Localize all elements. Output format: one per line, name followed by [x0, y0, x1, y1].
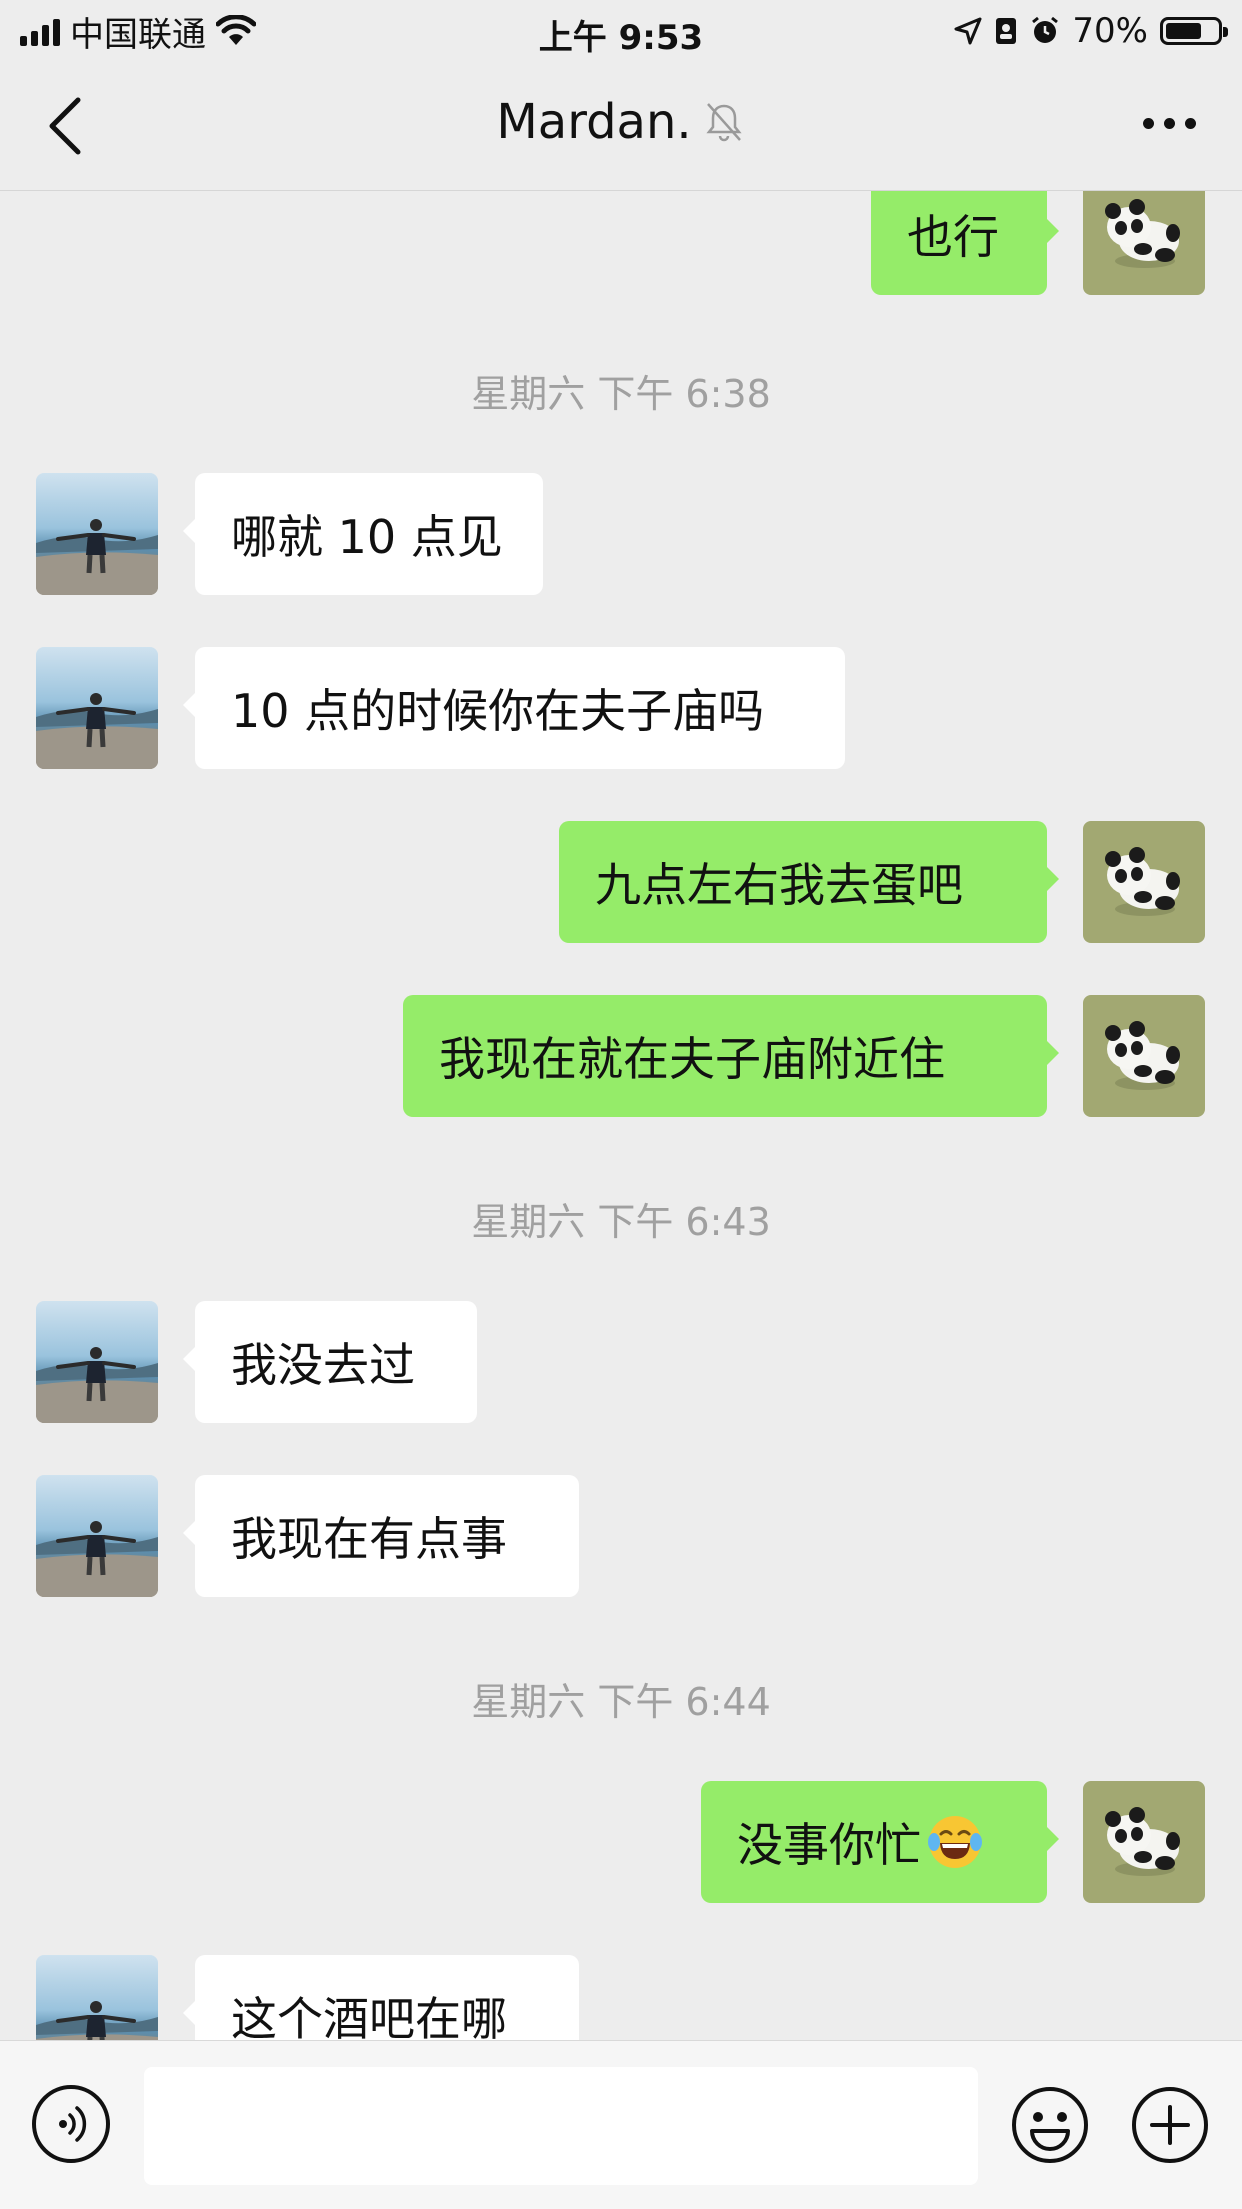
battery-icon: [1160, 17, 1228, 45]
message-text: 哪就 10 点见: [231, 510, 503, 564]
contact-avatar[interactable]: [36, 647, 158, 769]
message-text: 也行: [907, 210, 999, 264]
message-text: 我没去过: [231, 1338, 415, 1392]
my-avatar[interactable]: [1083, 1781, 1205, 1903]
incoming-message-bubble[interactable]: 哪就 10 点见: [183, 473, 543, 595]
incoming-message-bubble[interactable]: 这个酒吧在哪: [183, 1955, 579, 2040]
message-text: 我现在就在夫子庙附近住: [439, 1032, 945, 1086]
my-avatar[interactable]: [1083, 821, 1205, 943]
voice-icon[interactable]: [32, 2085, 110, 2163]
status-bar: 中国联通 上午 9:53 70%: [0, 0, 1242, 62]
chat-title[interactable]: Mardan.: [496, 94, 691, 150]
message-list[interactable]: 也行星期六 下午 6:38 哪就 10 点见 10 点的时候你在夫子庙吗九点左右我去…: [0, 191, 1242, 2040]
bell-off-icon: [706, 103, 742, 142]
location-arrow-icon: [954, 17, 982, 45]
outgoing-message-bubble[interactable]: 我现在就在夫子庙附近住: [403, 995, 1059, 1117]
outgoing-message-bubble[interactable]: 九点左右我去蛋吧: [559, 821, 1059, 943]
chat-header: Mardan.: [0, 62, 1242, 191]
portrait-lock-icon: [996, 18, 1017, 44]
my-avatar[interactable]: [1083, 191, 1205, 295]
plus-icon[interactable]: [1130, 2085, 1210, 2165]
message-input[interactable]: [144, 2067, 978, 2185]
status-right: 70%: [954, 10, 1228, 52]
my-avatar[interactable]: [1083, 995, 1205, 1117]
incoming-message-bubble[interactable]: 我没去过: [183, 1301, 477, 1423]
chat-timestamp: 星期六 下午 6:44: [471, 1680, 771, 1724]
input-bar: [0, 2040, 1242, 2209]
contact-avatar[interactable]: [36, 1301, 158, 1423]
incoming-message-bubble[interactable]: 10 点的时候你在夫子庙吗: [183, 647, 845, 769]
contact-avatar[interactable]: [36, 1955, 158, 2040]
outgoing-message-bubble[interactable]: 也行: [871, 191, 1059, 295]
chat-timestamp: 星期六 下午 6:43: [471, 1200, 771, 1244]
chat-timestamp: 星期六 下午 6:38: [471, 372, 771, 416]
outgoing-message-bubble[interactable]: 没事你忙: [701, 1781, 1059, 1903]
chat-title-group: Mardan.: [0, 94, 1242, 150]
alarm-icon: [1032, 16, 1059, 43]
incoming-message-bubble[interactable]: 我现在有点事: [183, 1475, 579, 1597]
contact-avatar[interactable]: [36, 1475, 158, 1597]
tears-of-joy-icon: [928, 1816, 982, 1868]
message-text: 10 点的时候你在夫子庙吗: [231, 684, 765, 738]
message-text: 这个酒吧在哪: [231, 1992, 507, 2040]
contact-avatar[interactable]: [36, 473, 158, 595]
battery-level: [1166, 23, 1201, 39]
battery-percent: 70%: [1072, 11, 1148, 51]
more-dots-icon[interactable]: [1143, 118, 1196, 129]
message-text: 我现在有点事: [231, 1512, 507, 1566]
message-text: 没事你忙: [737, 1818, 921, 1872]
message-text: 九点左右我去蛋吧: [595, 858, 963, 912]
smiley-icon[interactable]: [1010, 2085, 1090, 2165]
